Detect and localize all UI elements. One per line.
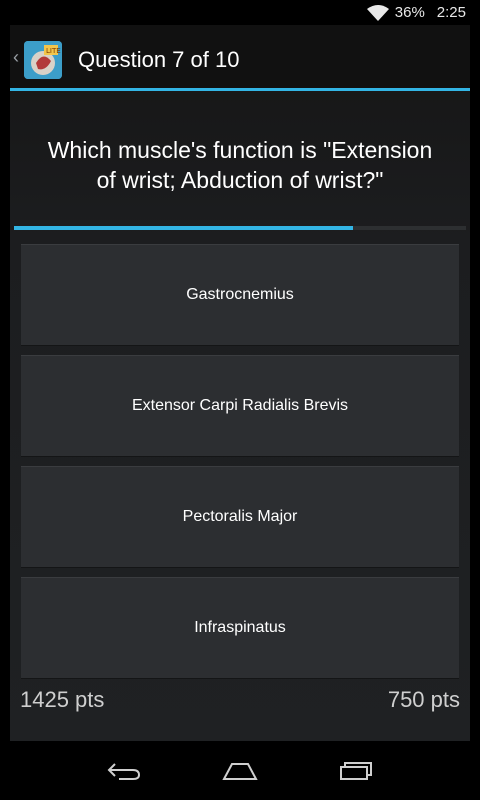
back-icon[interactable] <box>94 755 154 787</box>
page-title: Question 7 of 10 <box>78 47 240 72</box>
question-line-2: of wrist; Abduction of wrist?" <box>96 167 384 193</box>
status-bar: 36% 2:25 <box>0 0 480 25</box>
battery-percentage: 36% <box>394 4 425 21</box>
answer-button-extensor-carpi-radialis-brevis[interactable]: Extensor Carpi Radialis Brevis <box>21 355 459 457</box>
question-text: Which muscle's function is "Extension of… <box>10 135 470 195</box>
progress-bar <box>14 226 466 230</box>
action-bar: ‹ LITE Question 7 of 10 <box>10 25 470 89</box>
recents-icon[interactable] <box>326 755 386 787</box>
clock: 2:25 <box>436 4 466 21</box>
anatomy-app-icon[interactable]: LITE <box>24 41 62 79</box>
answer-button-gastrocnemius[interactable]: Gastrocnemius <box>21 244 459 346</box>
question-line-1: Which muscle's function is "Extension <box>47 137 433 163</box>
home-icon[interactable] <box>210 755 270 787</box>
navigation-bar <box>0 741 480 800</box>
answer-button-infraspinatus[interactable]: Infraspinatus <box>21 577 459 679</box>
total-points: 1425 pts <box>20 687 105 712</box>
question-points: 750 pts <box>387 687 460 712</box>
action-bar-divider <box>10 88 470 91</box>
quiz-screen: ‹ LITE Question 7 of 10 Which muscle's f… <box>10 25 470 741</box>
answer-button-pectoralis-major[interactable]: Pectoralis Major <box>21 466 459 568</box>
svg-text:LITE: LITE <box>46 47 61 55</box>
status-indicators: 36% 2:25 <box>366 0 466 25</box>
wifi-icon <box>366 4 389 21</box>
progress-fill <box>14 226 353 230</box>
up-caret-icon[interactable]: ‹ <box>13 47 19 68</box>
